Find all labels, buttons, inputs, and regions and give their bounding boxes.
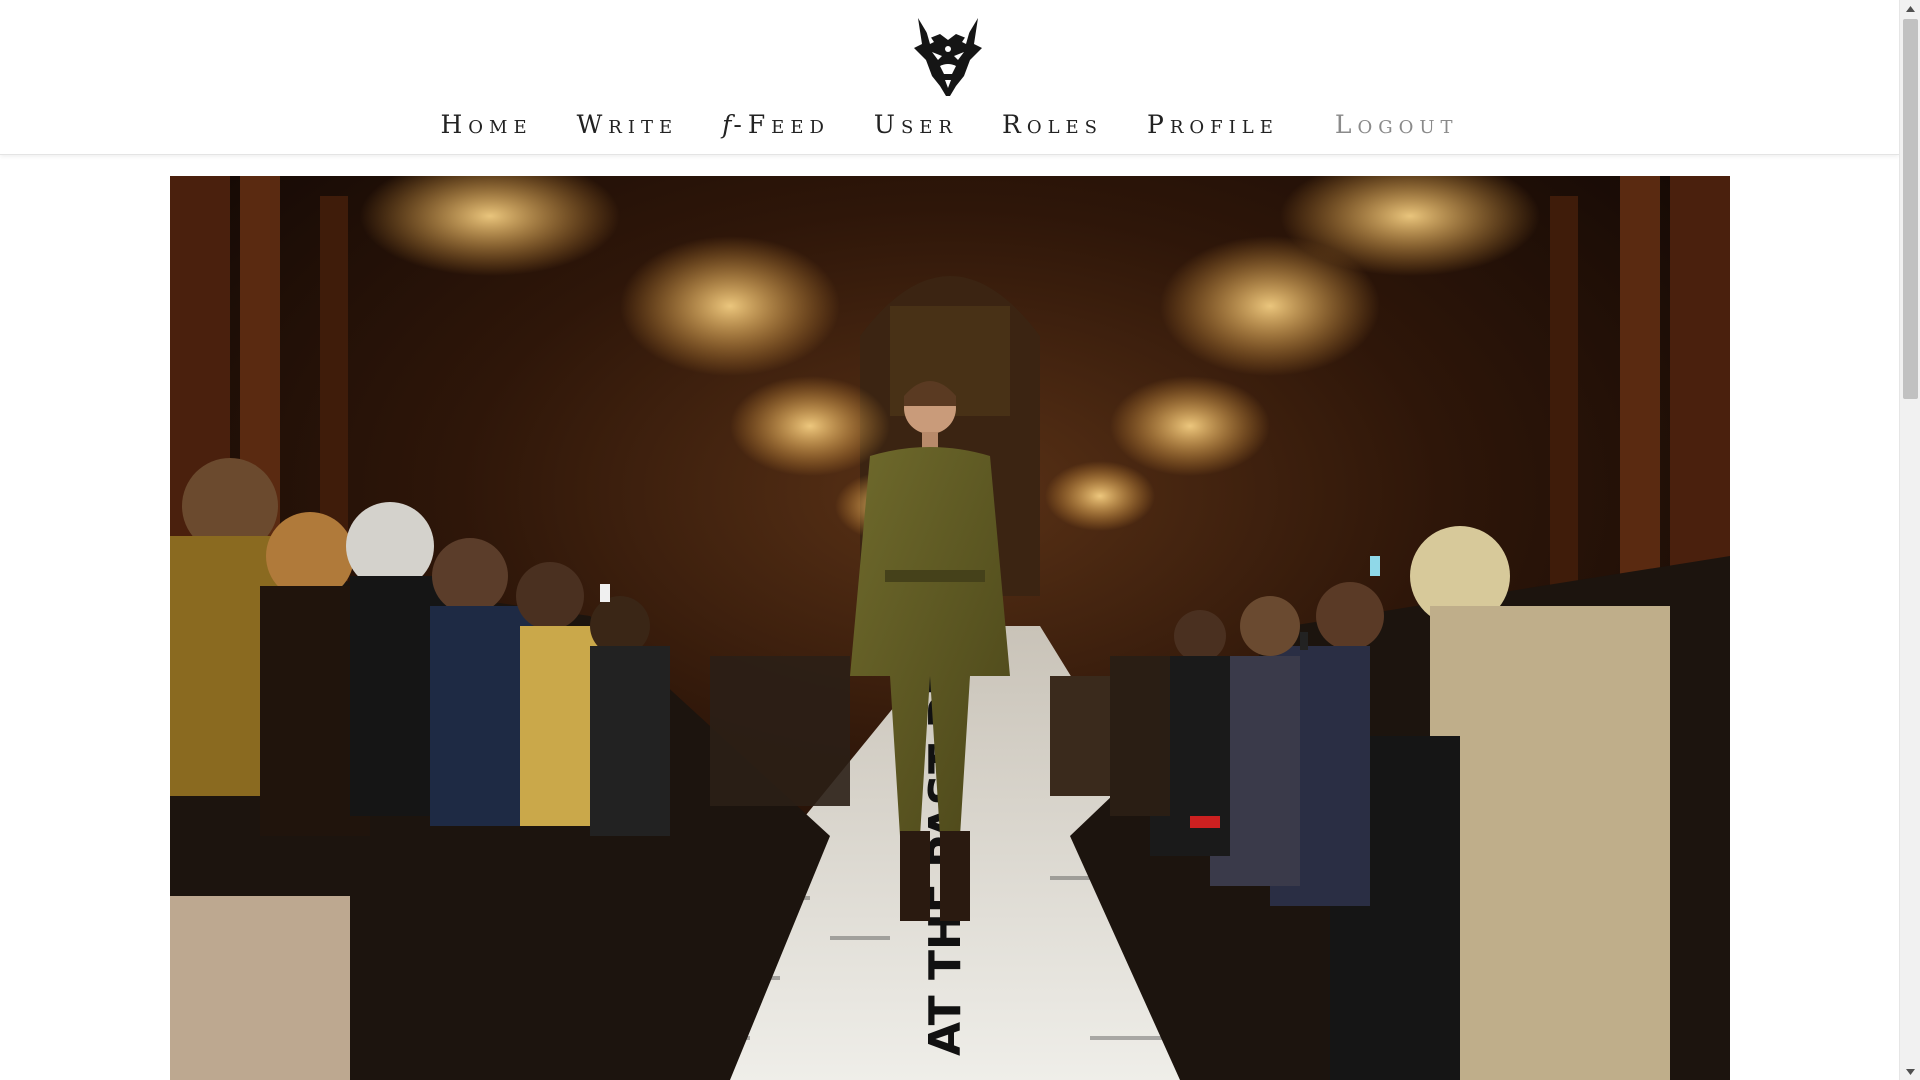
fashion-runway-photo: AT THE PAST PREC (170, 176, 1730, 1080)
f-feed-label: -Feed (733, 110, 830, 139)
nav-user[interactable]: User (874, 108, 958, 142)
nav-home[interactable]: Home (440, 108, 532, 142)
f-feed-prefix: f (722, 110, 734, 139)
scroll-thumb[interactable] (1903, 19, 1918, 399)
scroll-down-arrow-icon[interactable] (1900, 1063, 1920, 1080)
nav-roles[interactable]: Roles (1002, 108, 1103, 142)
nav-profile[interactable]: Profile (1147, 108, 1279, 142)
page: Home Write f-Feed User Roles Profile Log… (0, 0, 1920, 1080)
hero-image-art: AT THE PAST PREC (170, 176, 1730, 1080)
nav-logout[interactable]: Logout (1335, 108, 1459, 142)
site-header: Home Write f-Feed User Roles Profile Log… (0, 0, 1899, 155)
nav-f-feed[interactable]: f-Feed (722, 108, 830, 142)
wolf-head-logo-icon[interactable] (910, 14, 986, 98)
main-nav: Home Write f-Feed User Roles Profile Log… (0, 108, 1899, 142)
vertical-scrollbar[interactable] (1899, 0, 1920, 1080)
scroll-up-arrow-icon[interactable] (1900, 0, 1920, 17)
nav-write[interactable]: Write (577, 108, 679, 142)
